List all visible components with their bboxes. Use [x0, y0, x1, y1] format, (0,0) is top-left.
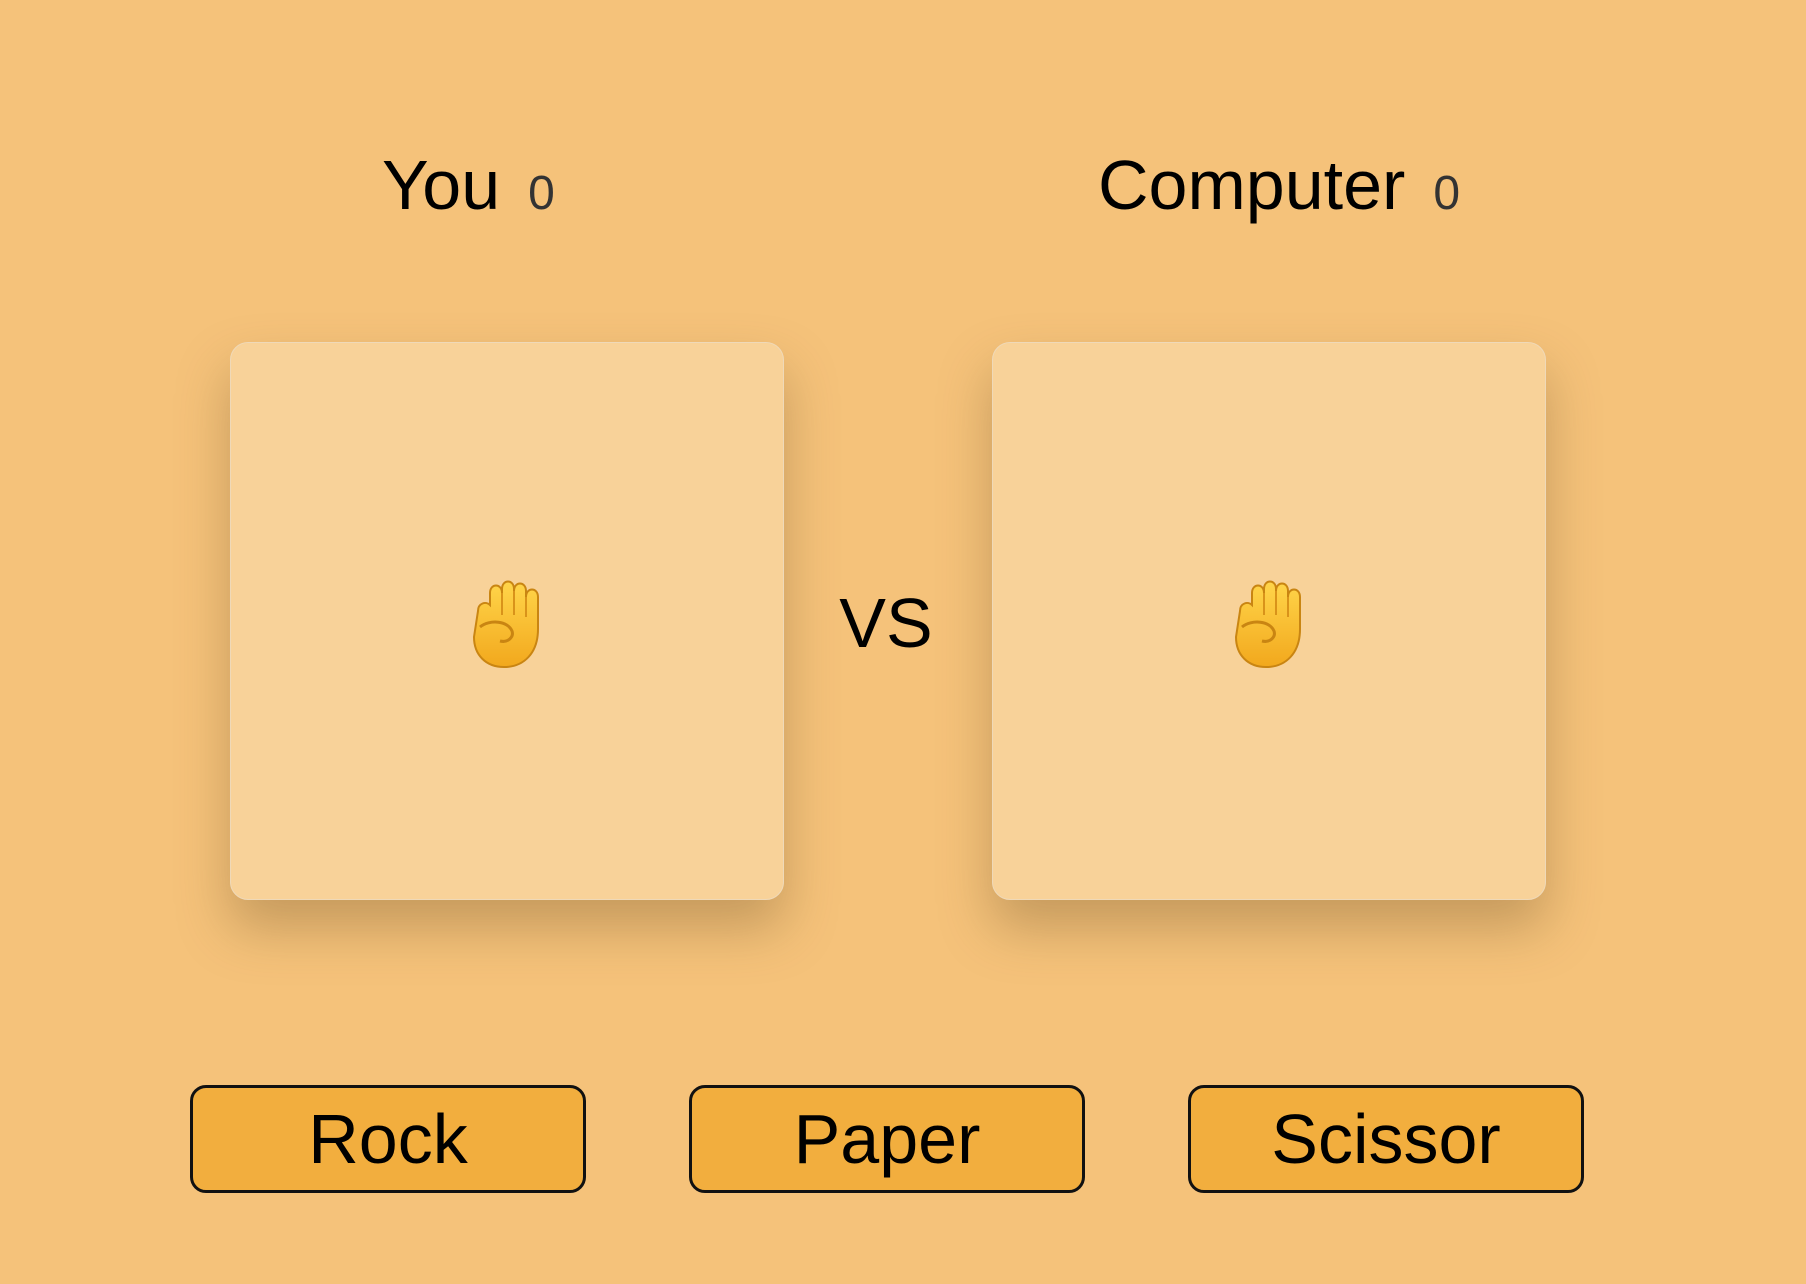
player-choice-card	[230, 342, 784, 900]
raised-fist-icon	[1234, 580, 1301, 669]
computer-label: Computer	[1098, 146, 1406, 224]
player-label: You	[382, 146, 501, 224]
raised-fist-icon	[472, 580, 539, 669]
computer-score-header: Computer 0	[1098, 150, 1460, 220]
computer-choice-card	[992, 342, 1546, 900]
vs-label: VS	[839, 584, 933, 662]
scissor-button[interactable]: Scissor	[1188, 1085, 1584, 1193]
player-score-header: You 0	[382, 150, 555, 220]
paper-button[interactable]: Paper	[689, 1085, 1085, 1193]
computer-score: 0	[1433, 167, 1461, 220]
rock-button[interactable]: Rock	[190, 1085, 586, 1193]
player-score: 0	[528, 167, 555, 220]
